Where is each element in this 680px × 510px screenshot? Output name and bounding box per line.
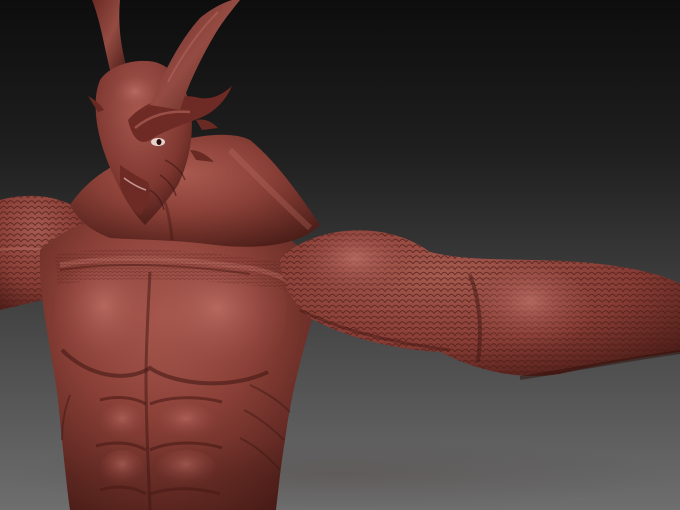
sculpt-render <box>0 0 680 510</box>
sculpt-viewport[interactable] <box>0 0 680 510</box>
